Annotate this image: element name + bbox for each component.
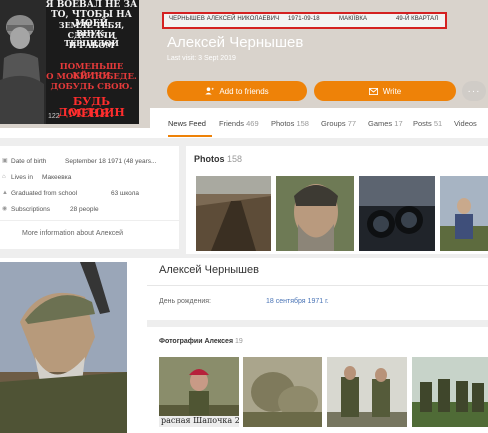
profile-summary-card: Алексей Чернышев День рождения: 18 сентя…	[147, 258, 488, 433]
profile-tabs: News Feed Friends 469 Photos 158 Groups …	[150, 108, 488, 138]
write-label: Write	[382, 86, 402, 96]
cover-text: И РАБОМ	[68, 40, 115, 50]
graduation-icon: ▲	[2, 190, 8, 196]
cover-text: Я ВОЕВАЛ НЕ ЗА	[45, 0, 138, 10]
birthday-value[interactable]: 18 сентября 1971 г.	[266, 298, 329, 305]
cover-text: ДОБУДЬ СВОЮ.	[50, 82, 133, 92]
active-tab-indicator	[168, 135, 212, 137]
photo-thumbnail-trench[interactable]	[196, 176, 271, 251]
tab-posts[interactable]: Posts 51	[413, 119, 442, 128]
photos-section-title[interactable]: Фотографии Алексея 19	[159, 338, 243, 345]
photo-thumbnail-ghillie[interactable]	[243, 357, 322, 427]
profile-info-card: ▣ Date of birth September 18 1971 (48 ye…	[0, 146, 179, 249]
subscriptions-icon: ◉	[2, 206, 8, 212]
home-icon: ⌂	[2, 174, 6, 180]
section-gap	[147, 320, 488, 327]
divider	[147, 285, 488, 286]
photo-thumbnail-binoculars[interactable]	[359, 176, 435, 251]
cover-image[interactable]: Я ВОЕВАЛ НЕ ЗА ТО, ЧТОБЫ НА МОЕЙ ЗЕМЛЕ Т…	[0, 0, 139, 124]
photo-thumbnail-group-field[interactable]	[412, 357, 488, 427]
tab-games[interactable]: Games 17	[368, 119, 403, 128]
record-date: 1971-09-18	[288, 16, 320, 22]
photo-caption: расная Шапочка 21 век	[159, 416, 239, 427]
tab-videos[interactable]: Videos	[454, 119, 477, 128]
cover-photo-count: 122	[48, 113, 60, 120]
profile-photo-large[interactable]	[0, 262, 127, 433]
photo-thumbnail-portrait[interactable]	[276, 176, 354, 251]
birthday-label: День рождения:	[159, 298, 211, 305]
summary-name: Алексей Чернышев	[159, 264, 259, 276]
add-friend-icon	[205, 87, 215, 95]
record-name: ЧЕРНЫШЕВ АЛЕКСЕЙ НИКОЛАЕВИЧ	[169, 16, 280, 22]
photos-title[interactable]: Photos 158	[194, 154, 242, 164]
tab-friends[interactable]: Friends 469	[219, 119, 259, 128]
cake-icon: ▣	[2, 158, 8, 164]
tab-news-feed[interactable]: News Feed	[168, 119, 206, 128]
photo-thumbnail-group[interactable]	[440, 176, 488, 251]
divider	[0, 220, 179, 221]
record-city: МАКІЇВКА	[339, 16, 368, 22]
highlighted-id-record: ЧЕРНЫШЕВ АЛЕКСЕЙ НИКОЛАЕВИЧ 1971-09-18 М…	[162, 12, 447, 29]
more-info-link[interactable]: More information about Алексей	[22, 230, 123, 237]
add-to-friends-button[interactable]: Add to friends	[167, 81, 307, 101]
write-message-button[interactable]: Write	[314, 81, 456, 101]
cover-text: О МОЕЙ ПОБЕДЕ.	[46, 72, 137, 82]
add-to-friends-label: Add to friends	[219, 86, 269, 96]
envelope-icon	[368, 87, 378, 95]
profile-name: Алексей Чернышев	[167, 34, 304, 51]
tab-groups[interactable]: Groups 77	[321, 119, 356, 128]
more-actions-button[interactable]: ···	[462, 81, 486, 101]
last-visit: Last visit: 3 Sept 2019	[167, 55, 236, 62]
record-district: 49-Й КВАРТАЛ	[396, 16, 439, 22]
tab-photos[interactable]: Photos 158	[271, 119, 309, 128]
photos-card: Photos 158	[186, 146, 488, 254]
photo-thumbnail-soldiers[interactable]	[327, 357, 407, 427]
